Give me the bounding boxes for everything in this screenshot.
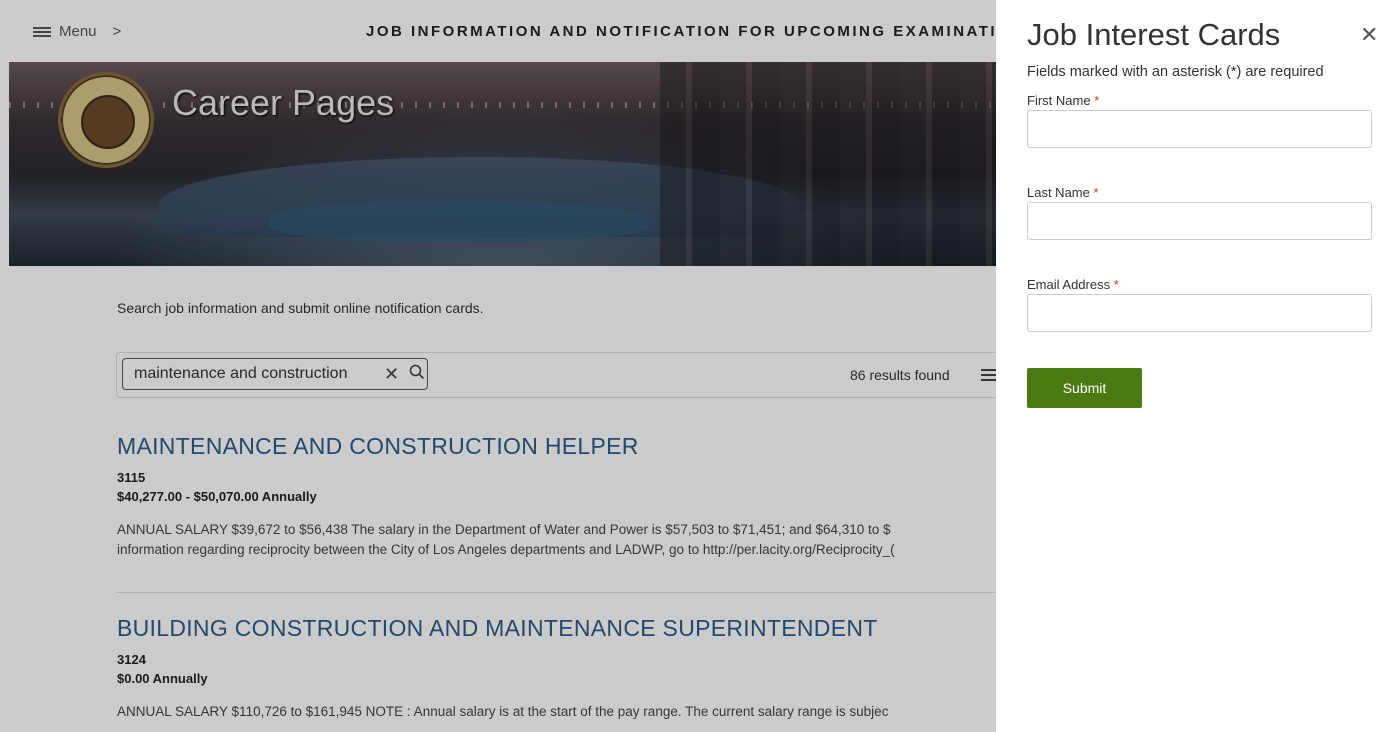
first-name-label: First Name * (1027, 93, 1099, 108)
required-asterisk: * (1094, 93, 1100, 108)
modal-backdrop[interactable] (0, 0, 996, 732)
email-label: Email Address * (1027, 277, 1119, 292)
panel-title: Job Interest Cards (1027, 17, 1281, 52)
required-asterisk: * (1113, 277, 1119, 292)
last-name-label-text: Last Name (1027, 185, 1090, 200)
last-name-label: Last Name * (1027, 185, 1099, 200)
close-icon[interactable]: ✕ (1360, 22, 1378, 48)
required-note: Fields marked with an asterisk (*) are r… (1027, 64, 1324, 80)
required-asterisk: * (1093, 185, 1099, 200)
first-name-label-text: First Name (1027, 93, 1091, 108)
email-field[interactable] (1027, 294, 1372, 332)
submit-button[interactable]: Submit (1027, 368, 1142, 408)
first-name-field[interactable] (1027, 110, 1372, 148)
email-label-text: Email Address (1027, 277, 1111, 292)
job-interest-panel: Job Interest Cards ✕ Fields marked with … (996, 0, 1385, 732)
page: Menu > JOB INFORMATION AND NOTIFICATION … (0, 0, 1385, 732)
last-name-field[interactable] (1027, 202, 1372, 240)
